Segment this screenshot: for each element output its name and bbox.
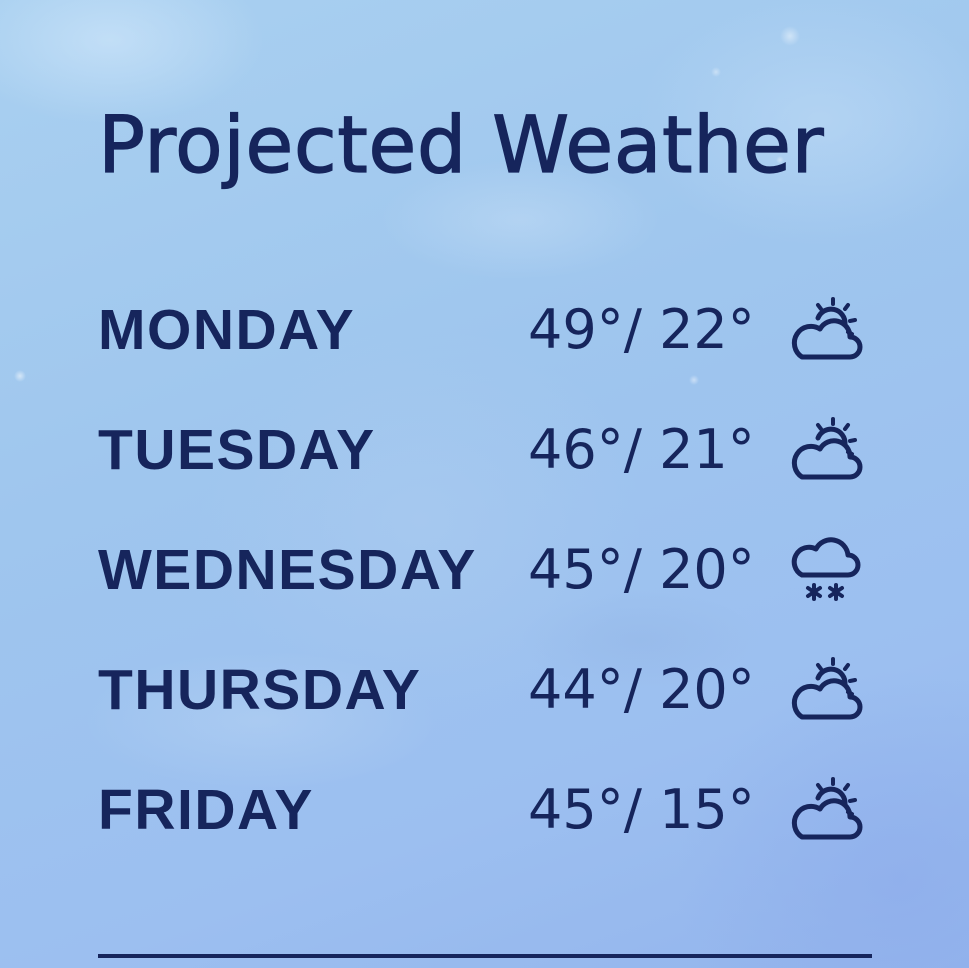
partly-cloudy-icon xyxy=(788,657,864,723)
forecast-row-monday: MONDAY 49°/ 22° xyxy=(98,295,872,365)
temperature-range: 44°/ 20° xyxy=(528,658,755,721)
forecast-row-friday: FRIDAY 45°/ 15° xyxy=(98,775,872,845)
temperature-range: 49°/ 22° xyxy=(528,298,755,361)
partly-cloudy-icon xyxy=(788,297,864,363)
day-label: TUESDAY xyxy=(98,418,376,482)
forecast-row-wednesday: WEDNESDAY 45°/ 20° xyxy=(98,535,872,605)
forecast-row-tuesday: TUESDAY 46°/ 21° xyxy=(98,415,872,485)
day-label: MONDAY xyxy=(98,298,356,362)
snow-cloud-icon xyxy=(788,537,864,603)
temperature-range: 45°/ 20° xyxy=(528,538,755,601)
forecast-row-thursday: THURSDAY 44°/ 20° xyxy=(98,655,872,725)
day-label: FRIDAY xyxy=(98,778,314,842)
bottom-divider xyxy=(98,954,872,958)
day-label: THURSDAY xyxy=(98,658,422,722)
partly-cloudy-icon xyxy=(788,417,864,483)
partly-cloudy-icon xyxy=(788,777,864,843)
weather-card: Projected Weather MONDAY 49°/ 22° TUESDA… xyxy=(97,0,872,968)
day-label: WEDNESDAY xyxy=(98,538,477,602)
temperature-range: 45°/ 15° xyxy=(528,778,755,841)
page-title: Projected Weather xyxy=(97,100,825,191)
temperature-range: 46°/ 21° xyxy=(528,418,755,481)
